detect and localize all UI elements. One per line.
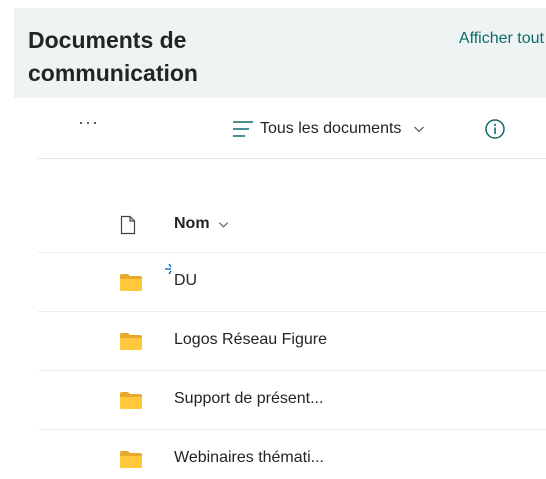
- more-options-button[interactable]: ···: [78, 112, 99, 133]
- chevron-down-icon: [414, 126, 425, 133]
- chevron-down-icon: [218, 221, 228, 228]
- folder-icon: [120, 392, 142, 409]
- webpart-header: Documents de communication Afficher tout: [14, 8, 546, 98]
- list-item[interactable]: Support de présent...: [38, 371, 546, 430]
- view-selector-label: Tous les documents: [260, 120, 402, 137]
- list-item-name: Logos Réseau Figure: [174, 331, 327, 348]
- document-library-webpart: Documents de communication Afficher tout…: [0, 0, 546, 479]
- list-item-name: DU: [174, 272, 198, 289]
- folder-icon: [120, 451, 142, 468]
- list-item-name: Webinaires thémati...: [174, 449, 324, 466]
- view-selector[interactable]: Tous les documents: [232, 117, 425, 141]
- info-icon[interactable]: [484, 118, 506, 140]
- list-item[interactable]: Logos Réseau Figure: [38, 312, 546, 371]
- folder-icon: [120, 333, 142, 350]
- name-column-label: Nom: [174, 215, 210, 232]
- file-type-icon: [120, 215, 136, 235]
- list-item[interactable]: DU: [38, 253, 546, 312]
- document-list-panel: ··· Tous les documents Nom DU Logos Rése…: [38, 98, 546, 479]
- list-item[interactable]: Webinaires thémati...: [38, 430, 546, 479]
- name-column-header[interactable]: Nom: [174, 215, 229, 233]
- command-bar: ··· Tous les documents: [38, 98, 546, 159]
- folder-icon: [120, 274, 142, 291]
- column-header-row: Nom: [38, 200, 546, 253]
- webpart-title: Documents de communication: [28, 27, 198, 86]
- list-item-name: Support de présent...: [174, 390, 324, 407]
- show-all-link[interactable]: Afficher tout: [459, 30, 544, 48]
- menu-lines-icon: [233, 121, 253, 137]
